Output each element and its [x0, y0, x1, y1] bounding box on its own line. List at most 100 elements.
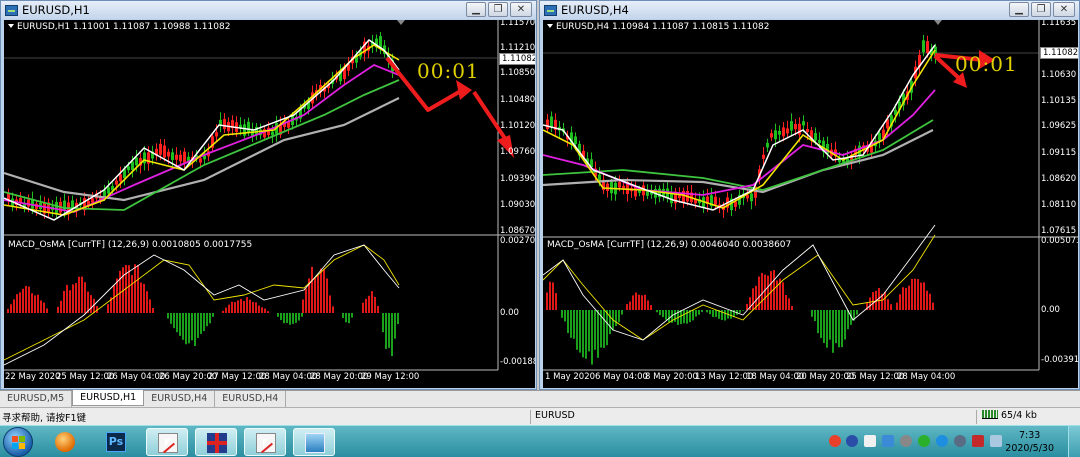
collapse-triangle-icon[interactable]	[8, 24, 14, 28]
histogram-bar	[63, 290, 65, 313]
histogram-bar	[240, 298, 242, 313]
cursor-icon	[165, 439, 170, 447]
histogram-bar	[374, 296, 376, 313]
taskbar-app-image-viewer[interactable]	[293, 428, 335, 456]
histogram-bar	[742, 310, 744, 311]
histogram-bar	[730, 310, 732, 319]
histogram-bar	[7, 308, 9, 313]
price-tick-label: 1.10120	[500, 121, 535, 131]
close-button[interactable]: ✕	[510, 2, 532, 17]
time-tick-label: 25 May 12:00	[846, 372, 905, 382]
histogram-bar	[896, 302, 898, 310]
candle-body	[243, 124, 246, 136]
flag-tray-icon[interactable]	[972, 435, 984, 447]
histogram-bar	[659, 310, 661, 316]
histogram-bar	[170, 313, 172, 324]
histogram-bar	[706, 310, 708, 313]
histogram-bar	[609, 310, 611, 335]
cube-icon[interactable]	[882, 435, 894, 447]
histogram-bar	[752, 288, 754, 310]
time-tick-label: 1 May 2020	[545, 372, 596, 382]
windows-logo-icon	[12, 436, 25, 449]
histogram-bar	[206, 313, 208, 327]
volume-icon[interactable]	[990, 435, 1002, 447]
taskbar-app-metatrader-2[interactable]	[244, 428, 286, 456]
histogram-bar	[19, 292, 21, 313]
collapse-triangle-icon[interactable]	[547, 24, 553, 28]
show-desktop-button[interactable]	[1068, 426, 1080, 457]
histogram-bar	[597, 310, 599, 358]
histogram-bar	[632, 295, 634, 310]
taskbar-app-browser[interactable]	[44, 428, 86, 456]
histogram-bar	[28, 286, 30, 313]
histogram-bar	[258, 305, 260, 313]
restore-button[interactable]: ❐	[488, 2, 508, 17]
chart-window-h1[interactable]: EURUSD,H1 ▁ ❐ ✕ EURUSD,H1 1.11001 1.1108…	[0, 0, 537, 390]
tab-eurusd-m5[interactable]: EURUSD,M5	[0, 391, 73, 407]
tab-eurusd-h1[interactable]: EURUSD,H1	[72, 390, 145, 406]
histogram-bar	[686, 310, 688, 324]
histogram-bar	[78, 276, 80, 313]
tab-eurusd-h4-2[interactable]: EURUSD,H4	[215, 391, 287, 407]
histogram-bar	[570, 310, 572, 338]
taskbar-app-photoshop[interactable]: Ps	[95, 428, 137, 456]
chart-header: EURUSD,H1 1.11001 1.11087 1.10988 1.1108…	[8, 22, 230, 32]
window-titlebar[interactable]: EURUSD,H1 ▁ ❐ ✕	[1, 1, 536, 19]
histogram-bar	[606, 310, 608, 346]
wechat-icon[interactable]	[918, 435, 930, 447]
clock-time: 7:33	[1018, 430, 1041, 441]
window-titlebar[interactable]: EURUSD,H4 ▁ ❐ ✕	[540, 1, 1079, 19]
taskbar-app-metatrader[interactable]	[146, 428, 188, 456]
start-button[interactable]	[3, 427, 33, 457]
chart-window-h4[interactable]: EURUSD,H4 ▁ ❐ ✕ EURUSD,H4 1.10984 1.1108…	[539, 0, 1080, 390]
restore-button[interactable]: ❐	[1031, 2, 1051, 17]
candle-body	[171, 152, 174, 160]
histogram-bar	[66, 284, 68, 313]
histogram-bar	[323, 269, 325, 313]
histogram-bar	[829, 310, 831, 340]
candle-body	[734, 201, 737, 207]
candle-body	[922, 40, 925, 53]
histogram-bar	[13, 299, 15, 313]
minimize-button[interactable]: ▁	[1009, 2, 1029, 17]
histogram-bar	[176, 313, 178, 333]
price-chart[interactable]: EURUSD,H4 1.10984 1.11087 1.10815 1.1108…	[543, 20, 1078, 388]
help-icon[interactable]	[846, 435, 858, 447]
tab-eurusd-h4[interactable]: EURUSD,H4	[144, 391, 216, 407]
minimize-button[interactable]: ▁	[466, 2, 486, 17]
candle-body	[798, 123, 801, 135]
histogram-bar	[650, 305, 652, 310]
candle-body	[606, 183, 609, 191]
indicator-tick-label: 0.00	[1041, 305, 1060, 315]
ma-yellow-line	[4, 44, 400, 216]
sogou-input-icon[interactable]	[829, 435, 841, 447]
price-chart[interactable]: EURUSD,H1 1.11001 1.11087 1.10988 1.1108…	[4, 20, 535, 388]
histogram-bar	[107, 304, 109, 313]
shield-icon[interactable]	[936, 435, 948, 447]
candle-body	[774, 130, 777, 140]
histogram-bar	[286, 313, 288, 323]
histogram-bar	[391, 313, 393, 357]
chart-shift-marker-icon[interactable]	[934, 20, 942, 25]
price-tick-label: 1.11570	[500, 20, 535, 28]
candle-body	[714, 196, 717, 205]
time-tick-label: 28 May 04:00	[897, 372, 956, 382]
system-clock[interactable]: 7:33 2020/5/30	[1005, 429, 1054, 455]
time-tick-label: 28 May 04:00	[259, 372, 318, 382]
network-icon[interactable]	[954, 435, 966, 447]
histogram-bar	[567, 310, 569, 334]
time-tick-label: 29 May 12:00	[361, 372, 420, 382]
histogram-bar	[576, 310, 578, 350]
histogram-bar	[591, 310, 593, 365]
histogram-bar	[22, 288, 24, 313]
price-tick-label: 1.10630	[1041, 70, 1077, 80]
keyboard-icon[interactable]	[864, 435, 876, 447]
close-button[interactable]: ✕	[1053, 2, 1075, 17]
histogram-bar	[712, 310, 714, 317]
settings-icon[interactable]	[900, 435, 912, 447]
taskbar-app-flag[interactable]	[195, 428, 237, 456]
histogram-bar	[615, 310, 617, 327]
chart-shift-marker-icon[interactable]	[397, 20, 405, 25]
current-price-badge: 1.11082	[499, 53, 535, 65]
candle-body	[550, 116, 553, 128]
